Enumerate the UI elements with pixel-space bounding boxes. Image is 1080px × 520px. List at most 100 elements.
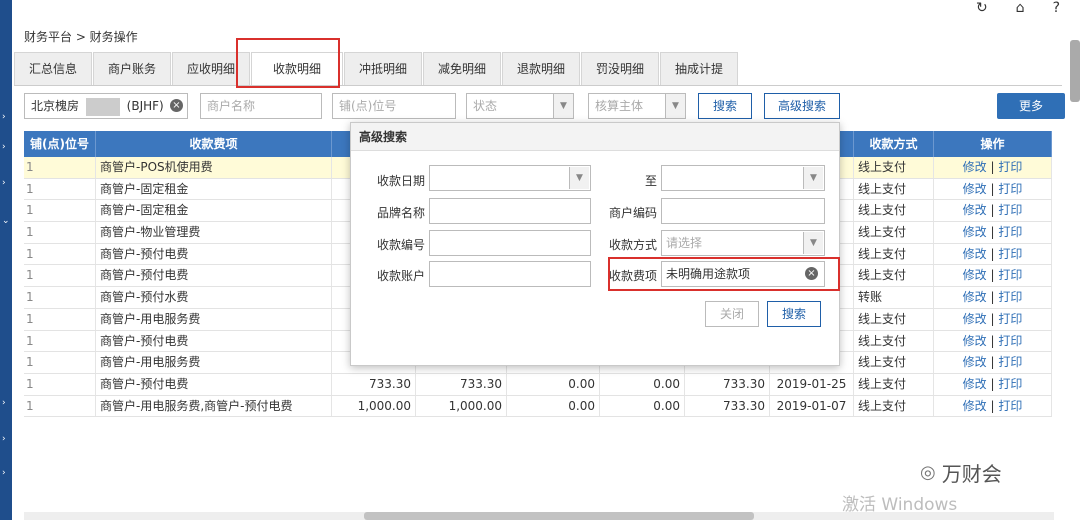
search-button[interactable]: 搜索 bbox=[698, 93, 752, 119]
project-input[interactable]: 北京槐房 (BJHF) bbox=[24, 93, 188, 119]
advanced-search-button[interactable]: 高级搜索 bbox=[764, 93, 840, 119]
print-link[interactable]: 打印 bbox=[998, 355, 1022, 369]
print-link[interactable]: 打印 bbox=[998, 334, 1022, 348]
link-separator: | bbox=[986, 225, 999, 240]
link-separator: | bbox=[986, 398, 999, 413]
cell-method: 线上支付 bbox=[854, 308, 934, 330]
redacted-block bbox=[85, 97, 120, 116]
print-link[interactable]: 打印 bbox=[998, 225, 1022, 239]
scrollbar-thumb[interactable] bbox=[364, 512, 754, 520]
merchant-code-input[interactable] bbox=[661, 198, 825, 224]
cell-method: 线上支付 bbox=[854, 265, 934, 287]
edit-link[interactable]: 修改 bbox=[963, 312, 987, 326]
print-link[interactable]: 打印 bbox=[998, 203, 1022, 217]
chevron-down-icon[interactable]: ▼ bbox=[803, 232, 823, 254]
print-link[interactable]: 打印 bbox=[998, 290, 1022, 304]
edit-link[interactable]: 修改 bbox=[963, 399, 987, 413]
cell-d: 0.00 bbox=[600, 395, 685, 417]
print-link[interactable]: 打印 bbox=[998, 160, 1022, 174]
receipt-date-end-input[interactable]: ▼ bbox=[661, 165, 825, 191]
cell-operations: 修改 | 打印 bbox=[934, 330, 1052, 352]
cell-pos: 1 bbox=[24, 287, 96, 308]
tab-receipt-details[interactable]: 收款明细 bbox=[251, 52, 343, 85]
cell-c: 0.00 bbox=[507, 373, 600, 395]
cell-operations: 修改 | 打印 bbox=[934, 373, 1052, 395]
cell-pos: 1 bbox=[24, 395, 96, 417]
clear-icon[interactable]: × bbox=[170, 99, 183, 112]
cell-item: 商管户-预付水费 bbox=[96, 287, 332, 308]
receipt-account-input[interactable] bbox=[429, 261, 591, 287]
sidebar-arrow-icon[interactable]: › bbox=[2, 468, 6, 478]
table-row[interactable]: 1 商管户-预付电费 733.30 733.30 0.00 0.00 733.30 2019-… bbox=[24, 373, 1052, 396]
sidebar-arrow-icon[interactable]: › bbox=[2, 398, 6, 408]
print-link[interactable]: 打印 bbox=[998, 182, 1022, 196]
wechat-icon: ◎ bbox=[920, 462, 936, 483]
header-position[interactable]: 铺(点)位号 bbox=[24, 131, 96, 157]
receipt-account-label: 收款账户 bbox=[376, 269, 425, 283]
dialog-search-button[interactable]: 搜索 bbox=[767, 301, 821, 327]
table-row[interactable]: 1 商管户-用电服务费,商管户-预付电费 1,000.00 1,000.00 0.00 0… bbox=[24, 395, 1052, 418]
brand-name-input[interactable] bbox=[429, 198, 591, 224]
advanced-search-dialog: 高级搜索 收款日期 ▼ 至 ▼ 品牌名称 商户编码 收款编号 收款方式 请选择 … bbox=[350, 122, 840, 366]
tab-commission[interactable]: 抽成计提 bbox=[660, 52, 738, 85]
tab-refund-details[interactable]: 退款明细 bbox=[502, 52, 580, 85]
print-link[interactable]: 打印 bbox=[998, 268, 1022, 282]
cell-item: 商管户-用电服务费,商管户-预付电费 bbox=[96, 395, 332, 417]
tab-waiver-details[interactable]: 减免明细 bbox=[423, 52, 501, 85]
cell-operations: 修改 | 打印 bbox=[934, 243, 1052, 265]
watermark-brand: 万财会 bbox=[941, 462, 1002, 486]
cell-pos: 1 bbox=[24, 222, 96, 243]
vertical-scrollbar[interactable] bbox=[1070, 40, 1080, 102]
edit-link[interactable]: 修改 bbox=[963, 268, 987, 282]
sidebar-arrow-icon[interactable]: › bbox=[2, 142, 6, 152]
print-link[interactable]: 打印 bbox=[998, 377, 1022, 391]
merchant-name-input[interactable]: 商户名称 bbox=[200, 93, 322, 119]
chevron-down-icon[interactable]: ▼ bbox=[553, 94, 573, 118]
help-icon[interactable]: ? bbox=[1053, 0, 1060, 16]
sidebar-chevron-down-icon[interactable]: ⌄ bbox=[2, 216, 10, 226]
home-icon[interactable]: ⌂ bbox=[1016, 0, 1025, 16]
edit-link[interactable]: 修改 bbox=[963, 355, 987, 369]
edit-link[interactable]: 修改 bbox=[963, 182, 987, 196]
receipt-number-input[interactable] bbox=[429, 230, 591, 256]
cell-b: 733.30 bbox=[416, 373, 507, 395]
edit-link[interactable]: 修改 bbox=[963, 247, 987, 261]
sidebar-arrow-icon[interactable]: › bbox=[2, 112, 6, 122]
cell-method: 线上支付 bbox=[854, 243, 934, 265]
cell-b: 1,000.00 bbox=[416, 395, 507, 417]
history-icon[interactable]: ↻ bbox=[976, 0, 988, 16]
edit-link[interactable]: 修改 bbox=[963, 160, 987, 174]
tab-bar: 汇总信息 商户账务 应收明细 收款明细 冲抵明细 减免明细 退款明细 罚没明细 … bbox=[14, 52, 1062, 86]
edit-link[interactable]: 修改 bbox=[963, 377, 987, 391]
header-fee-item[interactable]: 收款费项 bbox=[96, 131, 332, 157]
print-link[interactable]: 打印 bbox=[998, 247, 1022, 261]
tab-receivables[interactable]: 应收明细 bbox=[172, 52, 250, 85]
header-payment-method[interactable]: 收款方式 bbox=[854, 131, 934, 157]
print-link[interactable]: 打印 bbox=[998, 399, 1022, 413]
edit-link[interactable]: 修改 bbox=[963, 334, 987, 348]
edit-link[interactable]: 修改 bbox=[963, 290, 987, 304]
cell-item: 商管户-预付电费 bbox=[96, 330, 332, 352]
filter-bar: 北京槐房 (BJHF) × 商户名称 铺(点)位号 状态 ▼ 核算主体 ▼ 搜索… bbox=[24, 93, 1080, 121]
tab-penalty-details[interactable]: 罚没明细 bbox=[581, 52, 659, 85]
edit-link[interactable]: 修改 bbox=[963, 203, 987, 217]
chevron-down-icon[interactable]: ▼ bbox=[665, 94, 685, 118]
tab-summary[interactable]: 汇总信息 bbox=[14, 52, 92, 85]
cell-method: 转账 bbox=[854, 287, 934, 308]
payment-method-placeholder: 请选择 bbox=[666, 236, 703, 250]
payment-method-select[interactable]: 请选择 ▼ bbox=[661, 230, 825, 256]
sidebar-arrow-icon[interactable]: › bbox=[2, 178, 6, 188]
fee-item-input[interactable]: 未明确用途款项 × bbox=[661, 261, 825, 287]
print-link[interactable]: 打印 bbox=[998, 312, 1022, 326]
more-button[interactable]: 更多 bbox=[997, 93, 1065, 119]
clear-icon[interactable]: × bbox=[805, 267, 818, 280]
edit-link[interactable]: 修改 bbox=[963, 225, 987, 239]
sidebar-arrow-icon[interactable]: › bbox=[2, 434, 6, 444]
close-button[interactable]: 关闭 bbox=[705, 301, 759, 327]
position-input[interactable]: 铺(点)位号 bbox=[332, 93, 456, 119]
tab-offset-details[interactable]: 冲抵明细 bbox=[344, 52, 422, 85]
tab-merchant-accounts[interactable]: 商户账务 bbox=[93, 52, 171, 85]
header-operation: 操作 bbox=[934, 131, 1052, 157]
receipt-date-start-input[interactable]: ▼ bbox=[429, 165, 591, 191]
chevron-down-icon[interactable]: ▼ bbox=[803, 167, 823, 189]
